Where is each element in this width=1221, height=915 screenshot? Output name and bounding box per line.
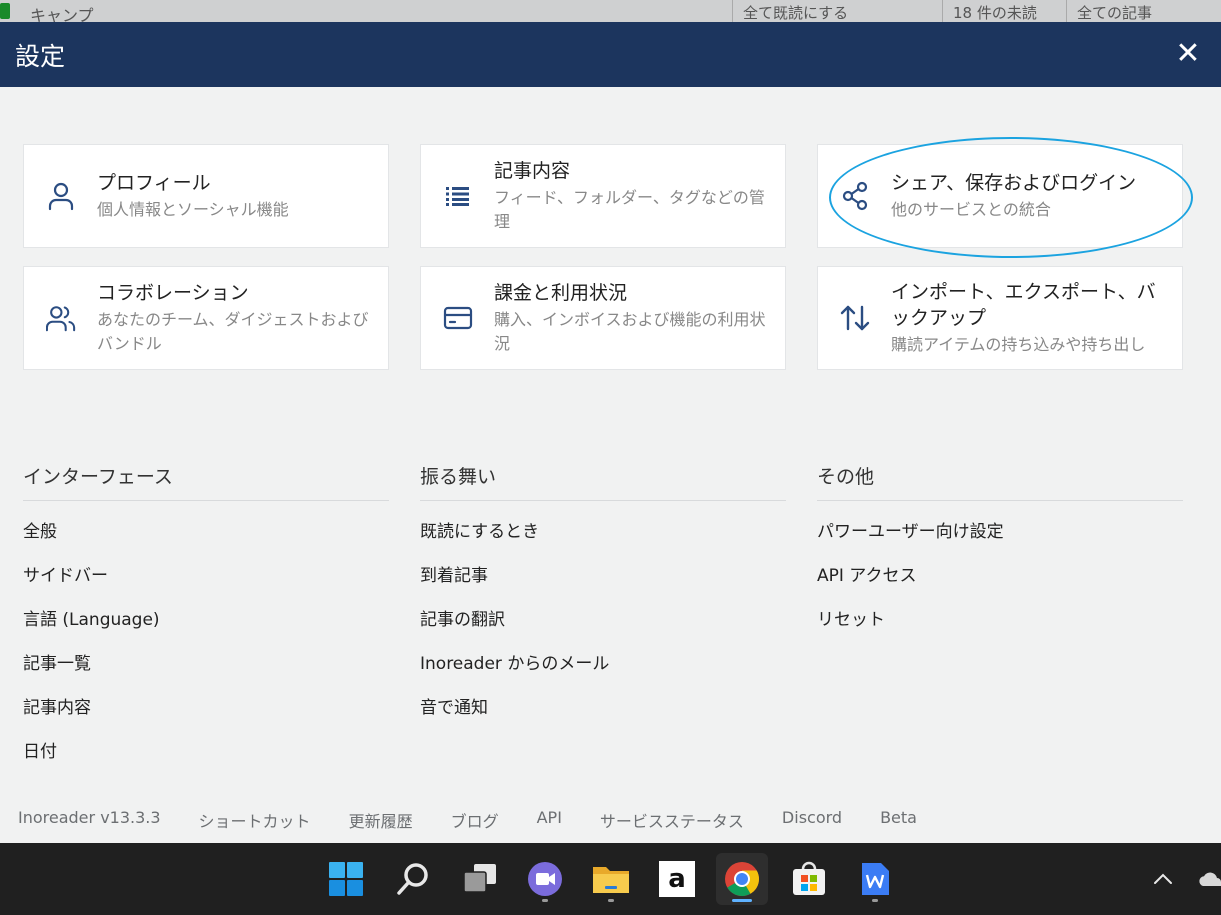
card-description: 購読アイテムの持ち込みや持ち出し xyxy=(891,335,1146,354)
link-mark-read[interactable]: 既読にするとき xyxy=(420,513,786,557)
windows-start-icon[interactable] xyxy=(320,853,372,905)
card-billing[interactable]: 課金と利用状況 購入、インボイスおよび機能の利用状況 xyxy=(420,266,786,370)
user-icon xyxy=(46,145,76,247)
taskbar: a xyxy=(0,843,1221,915)
section-heading: 振る舞い xyxy=(420,462,786,501)
background-mark-all-read-button: 全て既読にする xyxy=(732,0,858,22)
microsoft-store-icon[interactable] xyxy=(783,853,835,905)
import-export-icon xyxy=(840,267,870,369)
card-title: インポート、エクスポート、バックアップ xyxy=(891,281,1156,329)
task-view-icon[interactable] xyxy=(454,853,506,905)
footer-link-discord[interactable]: Discord xyxy=(782,808,842,834)
section-heading: その他 xyxy=(817,462,1183,501)
onedrive-icon[interactable] xyxy=(1196,869,1221,889)
card-description: フィード、フォルダー、タグなどの管理 xyxy=(494,188,765,231)
card-article-content[interactable]: 記事内容 フィード、フォルダー、タグなどの管理 xyxy=(420,144,786,248)
background-unread-count: 18 件の未読 xyxy=(942,0,1047,22)
link-emails[interactable]: Inoreader からのメール xyxy=(420,645,786,689)
background-folder-title: キャンプ xyxy=(30,6,94,22)
link-translation[interactable]: 記事の翻訳 xyxy=(420,601,786,645)
link-general[interactable]: 全般 xyxy=(23,513,389,557)
link-language[interactable]: 言語 (Language) xyxy=(23,601,389,645)
footer-link-blog[interactable]: ブログ xyxy=(451,808,499,834)
card-title: コラボレーション xyxy=(97,282,249,304)
link-sound-notifications[interactable]: 音で通知 xyxy=(420,689,786,733)
card-description: あなたのチーム、ダイジェストおよびバンドル xyxy=(97,310,369,353)
card-description: 個人情報とソーシャル機能 xyxy=(97,200,289,219)
background-filter-button: 全ての記事 xyxy=(1066,0,1162,22)
settings-title: 設定 xyxy=(15,42,66,71)
card-collaboration[interactable]: コラボレーション あなたのチーム、ダイジェストおよびバンドル xyxy=(23,266,389,370)
close-button[interactable]: ✕ xyxy=(1173,37,1203,71)
footer-link-status[interactable]: サービスステータス xyxy=(600,808,744,834)
card-title: プロフィール xyxy=(97,172,211,194)
amazon-logo: a xyxy=(659,861,695,897)
footer-link-beta[interactable]: Beta xyxy=(880,808,917,834)
active-indicator xyxy=(732,899,752,902)
amazon-icon[interactable]: a xyxy=(651,853,703,905)
card-import-export[interactable]: インポート、エクスポート、バックアップ 購読アイテムの持ち込みや持ち出し xyxy=(817,266,1183,370)
teams-chat-icon[interactable] xyxy=(519,853,571,905)
card-title: 課金と利用状況 xyxy=(494,282,628,304)
card-description: 他のサービスとの統合 xyxy=(891,200,1051,219)
running-indicator xyxy=(872,899,878,902)
card-profile[interactable]: プロフィール 個人情報とソーシャル機能 xyxy=(23,144,389,248)
users-icon xyxy=(46,267,76,369)
section-interface: インターフェース 全般 サイドバー 言語 (Language) 記事一覧 記事内… xyxy=(23,462,389,777)
link-api-access[interactable]: API アクセス xyxy=(817,557,1183,601)
card-share-save-login[interactable]: シェア、保存およびログイン 他のサービスとの統合 xyxy=(817,144,1183,248)
footer-link-api[interactable]: API xyxy=(537,808,562,834)
card-title: シェア、保存およびログイン xyxy=(891,172,1137,194)
link-reset[interactable]: リセット xyxy=(817,601,1183,645)
credit-card-icon xyxy=(443,267,473,369)
settings-header: 設定 ✕ xyxy=(0,22,1221,87)
wps-writer-icon[interactable] xyxy=(849,853,901,905)
app-logo xyxy=(0,3,10,19)
list-icon xyxy=(443,145,473,247)
section-behavior: 振る舞い 既読にするとき 到着記事 記事の翻訳 Inoreader からのメール… xyxy=(420,462,786,733)
search-icon[interactable] xyxy=(387,853,439,905)
link-article-list[interactable]: 記事一覧 xyxy=(23,645,389,689)
link-power-user[interactable]: パワーユーザー向け設定 xyxy=(817,513,1183,557)
section-other: その他 パワーユーザー向け設定 API アクセス リセット xyxy=(817,462,1183,645)
version-label: Inoreader v13.3.3 xyxy=(18,808,161,827)
card-title: 記事内容 xyxy=(494,160,571,182)
running-indicator xyxy=(542,899,548,902)
footer-link-shortcuts[interactable]: ショートカット xyxy=(199,808,311,834)
footer-link-changelog[interactable]: 更新履歴 xyxy=(349,808,413,834)
settings-footer: Inoreader v13.3.3 ショートカット 更新履歴 ブログ API サ… xyxy=(18,808,955,834)
background-app-bar: キャンプ 全て既読にする 18 件の未読 全ての記事 xyxy=(0,0,1221,22)
running-indicator xyxy=(608,899,614,902)
card-description: 購入、インボイスおよび機能の利用状況 xyxy=(494,310,766,353)
section-heading: インターフェース xyxy=(23,462,389,501)
file-explorer-icon[interactable] xyxy=(585,853,637,905)
share-icon xyxy=(840,145,870,247)
link-date[interactable]: 日付 xyxy=(23,733,389,777)
link-article-content[interactable]: 記事内容 xyxy=(23,689,389,733)
link-sidebar[interactable]: サイドバー xyxy=(23,557,389,601)
link-new-articles[interactable]: 到着記事 xyxy=(420,557,786,601)
chrome-icon[interactable] xyxy=(716,853,768,905)
chevron-up-icon[interactable] xyxy=(1150,865,1176,893)
